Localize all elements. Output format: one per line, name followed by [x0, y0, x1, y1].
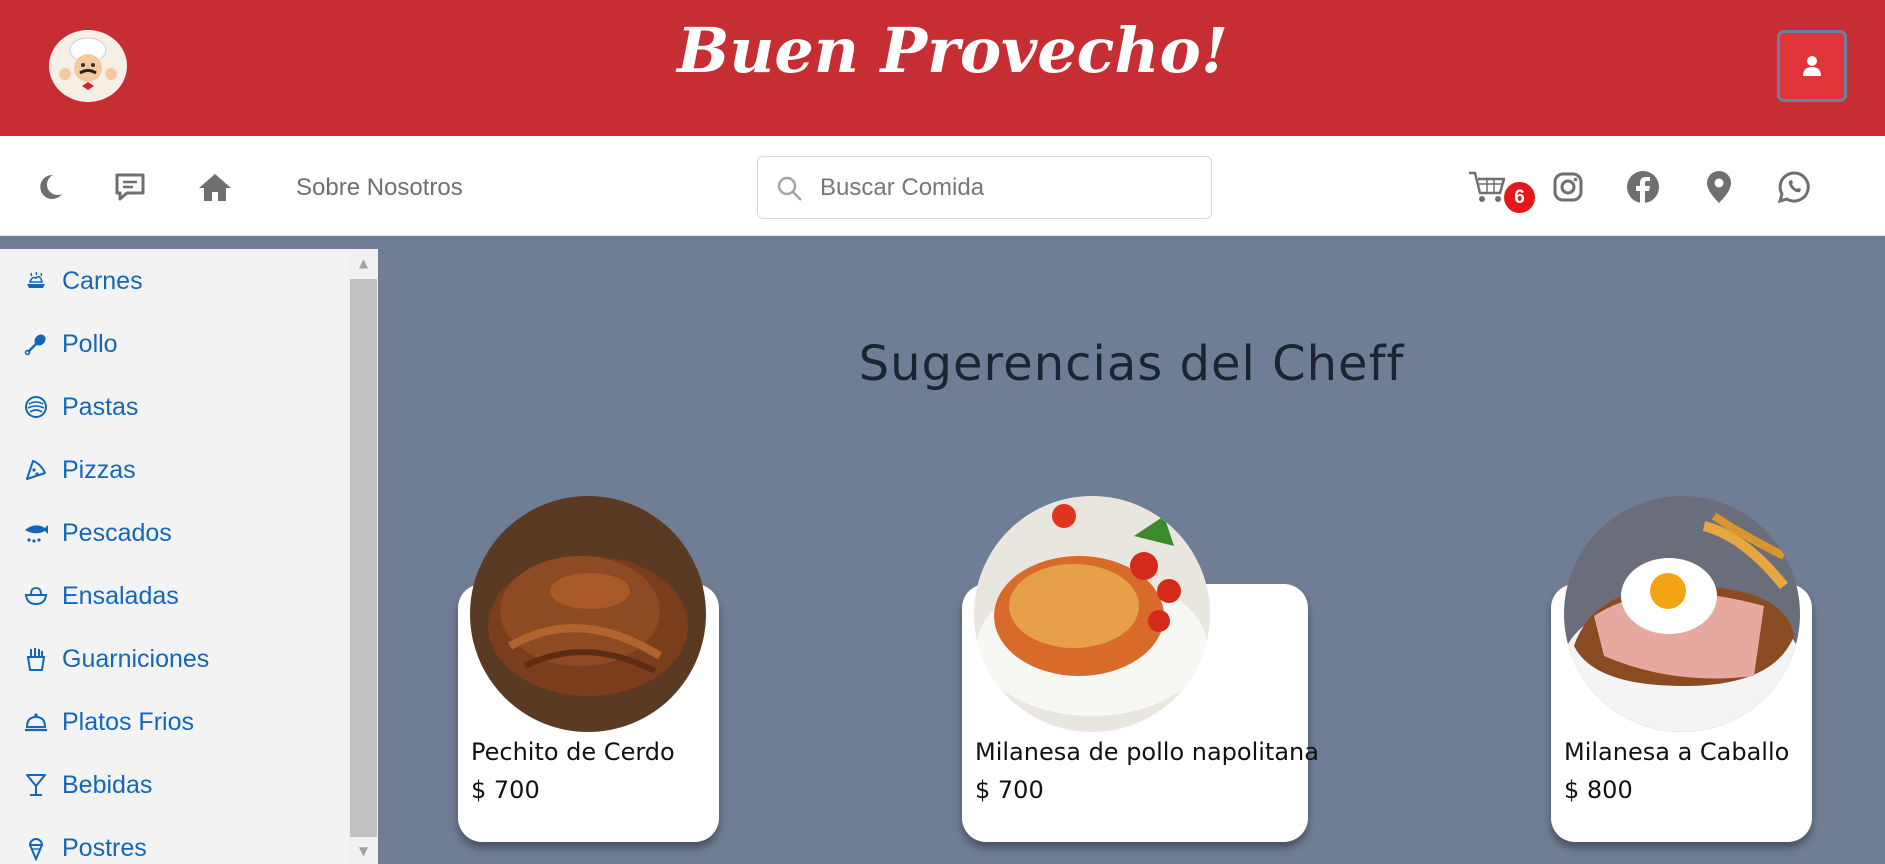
food-image-milanesa-napolitana[interactable]	[974, 496, 1210, 732]
sidebar-item-label: Guarniciones	[62, 644, 210, 673]
navbar: Sobre Nosotros	[0, 136, 1885, 236]
sidebar-item-label: Postres	[62, 833, 147, 862]
drumstick-icon	[22, 330, 50, 358]
food-name: Milanesa de pollo napolitana	[975, 738, 1319, 766]
pizza-icon	[22, 456, 50, 484]
food-image-milanesa-a-caballo[interactable]	[1564, 496, 1800, 732]
user-button[interactable]	[1777, 30, 1847, 102]
dark-mode-moon-icon[interactable]	[31, 168, 69, 206]
sidebar-item-pescados[interactable]: Pescados	[22, 513, 172, 553]
sidebar-item-label: Pescados	[62, 518, 172, 547]
brand-title: Buen Provecho!	[676, 14, 1229, 87]
sidebar-item-label: Pastas	[62, 392, 139, 421]
sidebar-item-ensaladas[interactable]: Ensaladas	[22, 576, 179, 616]
facebook-icon[interactable]	[1624, 168, 1662, 206]
food-name: Pechito de Cerdo	[471, 738, 675, 766]
sidebar-item-bebidas[interactable]: Bebidas	[22, 765, 152, 805]
user-icon	[1803, 56, 1821, 76]
food-image-pechito-de-cerdo[interactable]	[470, 496, 706, 732]
sidebar-item-pastas[interactable]: Pastas	[22, 387, 138, 427]
category-sidebar: Carnes Pollo Pastas Pizzas Pescados Ensa…	[0, 249, 378, 864]
sidebar-item-postres[interactable]: Postres	[22, 828, 147, 864]
meat-icon	[22, 267, 50, 295]
scroll-down-arrow-icon[interactable]: ▼	[349, 837, 378, 864]
search-box[interactable]	[757, 156, 1212, 219]
sidebar-item-label: Bebidas	[62, 770, 153, 799]
sidebar-item-label: Ensaladas	[62, 581, 179, 610]
sidebar-item-label: Carnes	[62, 266, 143, 295]
sidebar-item-platos-frios[interactable]: Platos Frios	[22, 702, 194, 742]
pasta-icon	[22, 393, 50, 421]
sidebar-item-label: Pizzas	[62, 455, 136, 484]
fish-icon	[22, 519, 50, 547]
cart-icon[interactable]	[1466, 168, 1508, 206]
scroll-thumb[interactable]	[350, 279, 377, 837]
cocktail-icon	[22, 771, 50, 799]
sidebar-scrollbar[interactable]: ▲ ▼	[349, 249, 378, 864]
cart-count-badge: 6	[1504, 182, 1535, 213]
about-us-link[interactable]: Sobre Nosotros	[296, 174, 463, 202]
location-pin-icon[interactable]	[1700, 168, 1738, 206]
food-price: $ 700	[471, 776, 540, 804]
food-price: $ 800	[1564, 776, 1633, 804]
ice-cream-icon	[22, 834, 50, 862]
instagram-icon[interactable]	[1549, 168, 1587, 206]
food-price: $ 700	[975, 776, 1044, 804]
salad-icon	[22, 582, 50, 610]
search-input[interactable]	[820, 169, 1190, 207]
scroll-up-arrow-icon[interactable]: ▲	[349, 249, 378, 276]
food-name: Milanesa a Caballo	[1564, 738, 1790, 766]
sidebar-item-pizzas[interactable]: Pizzas	[22, 450, 136, 490]
sidebar-item-label: Platos Frios	[62, 707, 194, 736]
header: Buen Provecho!	[0, 0, 1885, 136]
sidebar-item-pollo[interactable]: Pollo	[22, 324, 118, 364]
whatsapp-icon[interactable]	[1775, 168, 1813, 206]
home-icon[interactable]	[196, 168, 234, 206]
page-title: Sugerencias del Cheff	[858, 336, 1405, 392]
cloche-icon	[22, 708, 50, 736]
chat-icon[interactable]	[111, 168, 149, 206]
fries-icon	[22, 645, 50, 673]
sidebar-item-guarniciones[interactable]: Guarniciones	[22, 639, 209, 679]
sidebar-item-label: Pollo	[62, 329, 118, 358]
sidebar-item-carnes[interactable]: Carnes	[22, 261, 143, 301]
search-icon	[777, 176, 802, 201]
